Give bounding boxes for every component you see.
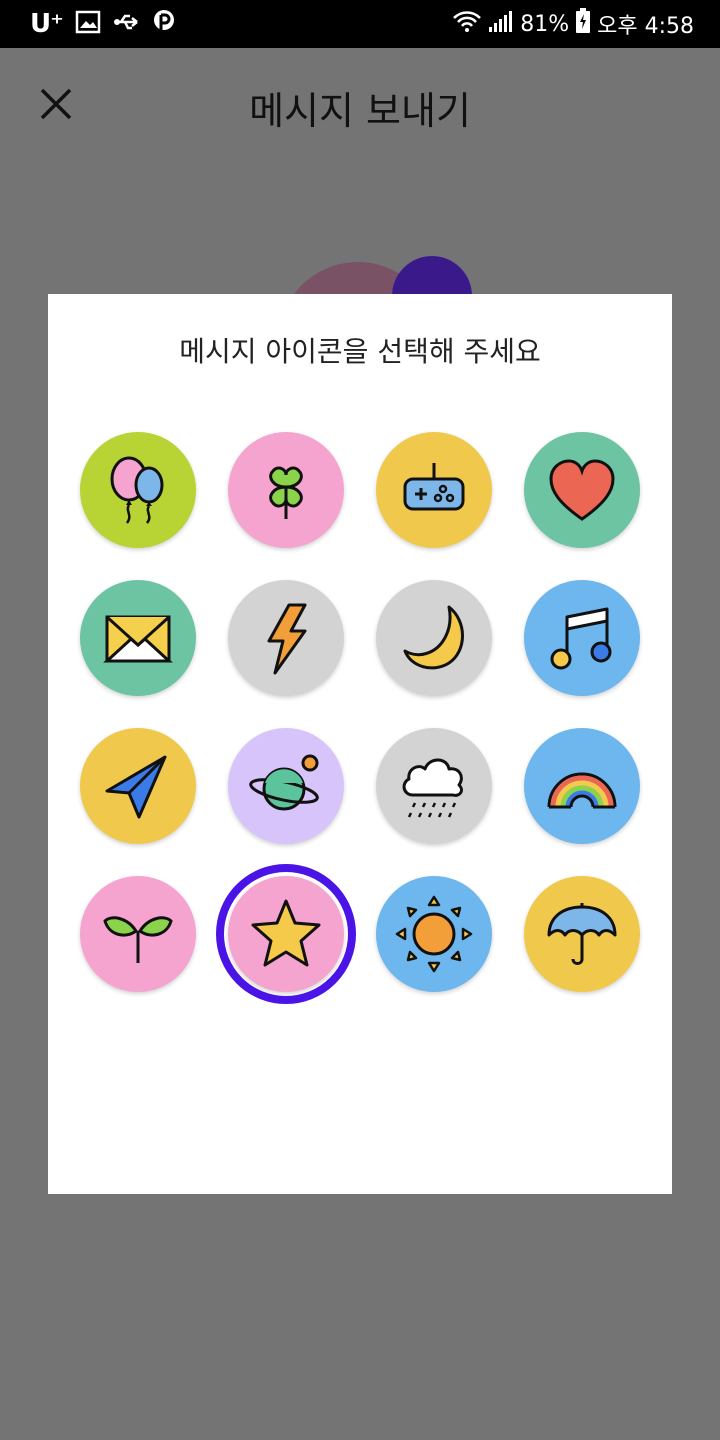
carrier-label: U⁺	[30, 9, 64, 39]
status-bar: U⁺ 81% 오후 4:58	[0, 0, 720, 48]
gamepad-icon	[403, 463, 465, 511]
battery-charging-icon	[575, 8, 591, 40]
rainbow-icon	[547, 772, 617, 809]
icon-option-rain-cloud[interactable]	[376, 728, 492, 844]
sun-icon	[395, 895, 473, 973]
lightning-icon	[267, 603, 307, 675]
icon-option-envelope[interactable]	[80, 580, 196, 696]
moon-icon	[403, 605, 464, 670]
envelope-icon	[103, 615, 173, 663]
icon-option-balloons[interactable]	[80, 432, 196, 548]
parking-icon	[153, 9, 175, 39]
paper-plane-icon	[105, 755, 167, 819]
music-note-icon	[550, 607, 612, 670]
icon-select-dialog: 메시지 아이콘을 선택해 주세요	[48, 294, 672, 1194]
icon-option-clover[interactable]	[228, 432, 344, 548]
icon-option-star[interactable]	[216, 864, 356, 1004]
app-header: 메시지 보내기	[0, 48, 720, 160]
icon-option-rainbow[interactable]	[524, 728, 640, 844]
icon-option-music-note[interactable]	[524, 580, 640, 696]
icon-option-heart[interactable]	[524, 432, 640, 548]
balloons-icon	[110, 456, 164, 524]
heart-icon	[549, 459, 615, 521]
signal-icon	[488, 9, 514, 39]
icon-option-sun[interactable]	[376, 876, 492, 992]
wifi-icon	[452, 9, 482, 39]
clock: 오후 4:58	[597, 14, 694, 39]
sprout-icon	[103, 916, 173, 963]
usb-icon	[113, 12, 141, 36]
image-notification-icon	[75, 10, 101, 38]
page-title: 메시지 보내기	[249, 89, 471, 133]
icon-option-planet[interactable]	[228, 728, 344, 844]
icon-option-moon[interactable]	[376, 580, 492, 696]
battery-percent: 81%	[520, 11, 570, 37]
icon-option-paper-plane[interactable]	[80, 728, 196, 844]
icon-option-gamepad[interactable]	[376, 432, 492, 548]
rain-cloud-icon	[402, 758, 463, 818]
icon-option-sprout[interactable]	[80, 876, 196, 992]
icon-option-lightning[interactable]	[228, 580, 344, 696]
clover-icon	[269, 466, 303, 519]
planet-icon	[249, 754, 319, 811]
star-icon	[251, 899, 321, 967]
icon-option-umbrella[interactable]	[524, 876, 640, 992]
umbrella-icon	[547, 903, 617, 965]
dialog-title: 메시지 아이콘을 선택해 주세요	[179, 335, 541, 368]
